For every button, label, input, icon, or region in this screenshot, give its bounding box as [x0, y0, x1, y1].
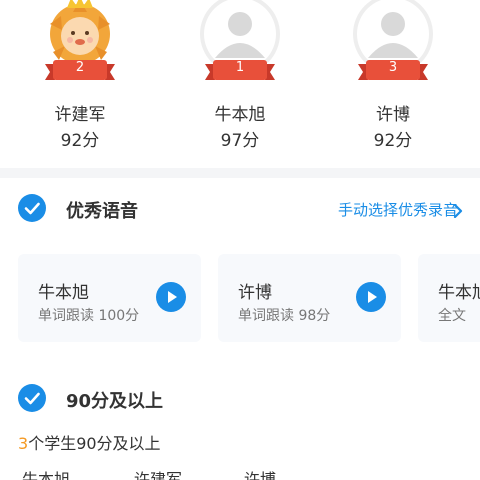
excellent-voice-header: 优秀语音 手动选择优秀录音 — [0, 190, 480, 230]
section-title: 优秀语音 — [66, 201, 138, 222]
student-name: 许建军 — [54, 105, 106, 125]
chevron-right-icon[interactable] — [452, 204, 464, 218]
list-item: 牛本旭 — [22, 470, 71, 480]
play-icon[interactable] — [356, 282, 386, 312]
student-score: 97分 — [220, 131, 260, 151]
card-student-name: 许博 — [238, 283, 272, 303]
recording-card[interactable]: 牛本旭 全文 — [418, 254, 480, 342]
card-detail: 单词跟读 100分 — [38, 308, 140, 324]
rank-number: 3 — [388, 60, 398, 75]
student-count-label: 个学生90分及以上 — [28, 434, 161, 453]
section-divider — [0, 168, 480, 178]
card-student-name: 牛本旭 — [38, 283, 89, 303]
student-score: 92分 — [60, 131, 100, 151]
student-name: 许博 — [376, 105, 410, 125]
card-detail: 单词跟读 98分 — [238, 308, 331, 324]
student-name: 牛本旭 — [214, 105, 266, 125]
list-item: 许建军 — [134, 470, 183, 480]
play-icon[interactable] — [156, 282, 186, 312]
rank-number: 1 — [235, 60, 245, 75]
rank-card-1[interactable]: 1 牛本旭 97分 — [160, 0, 320, 160]
section-title: 90分及以上 — [66, 391, 164, 412]
high-score-students: 牛本旭 许建军 许博 — [18, 466, 480, 480]
check-circle-icon — [18, 194, 46, 222]
check-circle-icon — [18, 384, 46, 412]
recording-card[interactable]: 牛本旭 单词跟读 100分 — [18, 254, 201, 342]
recording-cards: 牛本旭 单词跟读 100分 许博 单词跟读 98分 牛本旭 全文 — [18, 254, 480, 344]
list-item: 许博 — [244, 470, 277, 480]
high-score-header: 90分及以上 — [0, 380, 480, 420]
rank-card-2[interactable]: 2 许建军 92分 — [0, 0, 160, 160]
rank-card-3[interactable]: 3 许博 92分 — [313, 0, 473, 160]
select-recording-link[interactable]: 手动选择优秀录音 — [338, 199, 458, 220]
rank-number: 2 — [75, 60, 85, 75]
student-score: 92分 — [373, 131, 413, 151]
student-count: 3 — [18, 434, 29, 453]
student-count-line: 3个学生90分及以上 — [18, 430, 161, 454]
ranking-podium: 2 许建军 92分 1 牛本旭 97分 3 许博 92分 — [0, 0, 480, 160]
card-detail: 全文 — [438, 308, 466, 324]
recording-card[interactable]: 许博 单词跟读 98分 — [218, 254, 401, 342]
card-student-name: 牛本旭 — [438, 283, 480, 303]
